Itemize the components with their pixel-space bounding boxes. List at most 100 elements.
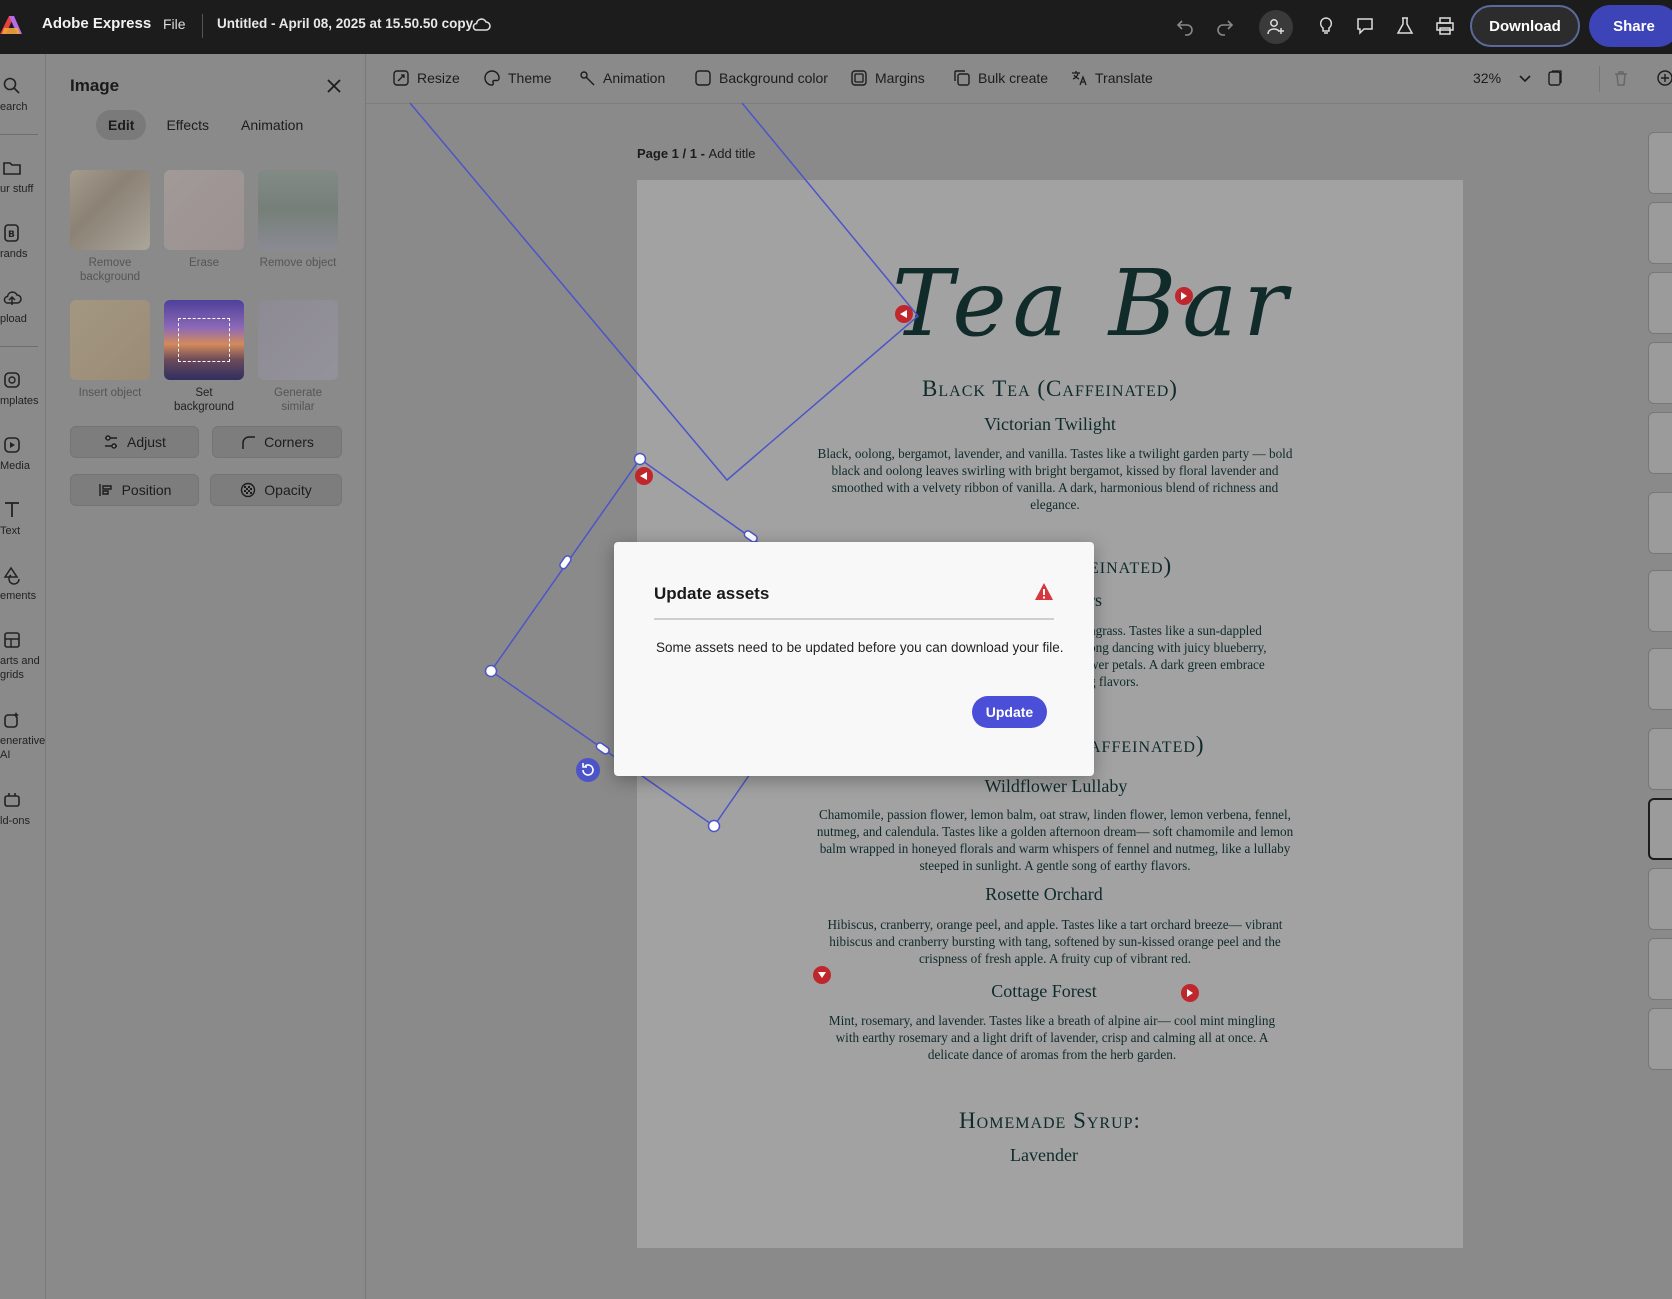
item-description[interactable]: Mint, rosemary, and lavender. Tastes lik…	[817, 1012, 1287, 1063]
theme-button[interactable]: Theme	[483, 69, 552, 87]
download-button[interactable]: Download	[1470, 5, 1580, 47]
lightbulb-icon[interactable]	[1313, 13, 1339, 39]
left-rail: earch ur stuff B rands pload mplates Med…	[0, 54, 46, 1299]
image-panel: Image Edit Effects Animation Remove back…	[46, 54, 366, 1299]
search-icon	[3, 77, 20, 94]
invite-button[interactable]	[1259, 10, 1293, 44]
zoom-dropdown[interactable]: 32%	[1473, 69, 1534, 87]
print-icon[interactable]	[1432, 13, 1458, 39]
elements-icon	[3, 566, 20, 585]
section-title[interactable]: Black Tea (Caffeinated)	[637, 376, 1463, 402]
divider	[0, 346, 38, 347]
chevron-down-icon	[1519, 75, 1531, 83]
thumbnail-card[interactable]	[1648, 570, 1672, 632]
thumbnail-card[interactable]	[1648, 868, 1672, 930]
animation-icon	[580, 71, 595, 86]
item-description[interactable]: Chamomile, passion flower, lemon balm, o…	[807, 806, 1303, 874]
section-title[interactable]: einated)	[1089, 553, 1172, 579]
thumbnail-card[interactable]	[1648, 1008, 1672, 1070]
position-button[interactable]: Position	[70, 474, 199, 506]
toolbar-label: Translate	[1095, 70, 1153, 86]
section-title[interactable]: Homemade Syrup:	[637, 1108, 1463, 1134]
add-page-button[interactable]	[1656, 69, 1672, 87]
opacity-button[interactable]: Opacity	[210, 474, 342, 506]
add-title-link[interactable]: Add title	[709, 146, 756, 161]
flask-icon[interactable]	[1392, 13, 1418, 39]
thumbnail-card[interactable]	[1648, 728, 1672, 790]
thumbnail-card[interactable]	[1648, 648, 1672, 710]
generate-similar-tool[interactable]: Generate similar	[258, 300, 338, 414]
thumbnail-card[interactable]	[1648, 938, 1672, 1000]
divider	[1599, 66, 1600, 92]
button-label: Position	[121, 482, 172, 498]
section-title[interactable]: affeinated)	[1089, 732, 1205, 758]
item-title[interactable]: Rosette Orchard	[637, 884, 1457, 905]
bulk-create-icon	[954, 70, 970, 86]
share-button[interactable]: Share	[1589, 5, 1672, 47]
brand-icon: B	[4, 224, 19, 242]
set-background-tool[interactable]: Set background	[164, 300, 244, 414]
resize-handle[interactable]	[595, 742, 610, 756]
file-menu[interactable]: File	[163, 16, 186, 32]
background-color-button[interactable]: Background color	[694, 69, 828, 87]
adjust-button[interactable]: Adjust	[70, 426, 199, 458]
redo-icon[interactable]	[1212, 13, 1238, 39]
add-person-icon	[1267, 19, 1284, 35]
item-title[interactable]: Lavender	[637, 1145, 1457, 1166]
comment-icon[interactable]	[1352, 13, 1378, 39]
resize-button[interactable]: Resize	[392, 69, 460, 87]
thumbnail-card-selected[interactable]	[1648, 798, 1672, 860]
tab-animation[interactable]: Animation	[229, 110, 315, 140]
thumbnail-card[interactable]	[1648, 132, 1672, 194]
item-description[interactable]: Hibiscus, cranberry, orange peel, and ap…	[812, 916, 1298, 967]
divider	[0, 134, 38, 135]
margins-icon	[851, 70, 867, 86]
thumbnail-card[interactable]	[1648, 412, 1672, 474]
translate-icon	[1072, 71, 1087, 86]
resize-handle[interactable]	[559, 555, 573, 570]
toolbar-label: Theme	[508, 70, 552, 86]
resize-handle[interactable]	[484, 664, 498, 678]
brand-title[interactable]: Tea Bar	[892, 250, 1293, 357]
document-title[interactable]: Untitled - April 08, 2025 at 15.50.50 co…	[217, 16, 473, 31]
media-icon	[4, 437, 20, 453]
update-button[interactable]: Update	[972, 696, 1047, 728]
insert-object-tool[interactable]: Insert object	[70, 300, 150, 400]
item-title[interactable]: Cottage Forest	[637, 981, 1457, 1002]
thumbnail-card[interactable]	[1648, 272, 1672, 334]
erase-tool[interactable]: Erase	[164, 170, 244, 270]
tab-effects[interactable]: Effects	[154, 110, 221, 140]
item-title[interactable]: Wildflower Lullaby	[643, 776, 1463, 797]
opacity-icon	[241, 482, 256, 498]
palette-icon	[484, 70, 500, 86]
undo-icon[interactable]	[1172, 13, 1198, 39]
item-description[interactable]: Black, oolong, bergamot, lavender, and v…	[812, 445, 1298, 513]
landscape-thumbnail	[258, 170, 338, 250]
thumbnail-card[interactable]	[1648, 202, 1672, 264]
remove-object-tool[interactable]: Remove object	[258, 170, 338, 270]
close-icon[interactable]	[324, 76, 344, 96]
remove-background-tool[interactable]: Remove background	[70, 170, 150, 284]
rotate-handle[interactable]	[576, 758, 600, 782]
translate-button[interactable]: Translate	[1070, 69, 1153, 87]
thumbnail-card[interactable]	[1648, 342, 1672, 404]
toolbar-label: Background color	[719, 70, 828, 86]
trash-icon	[1615, 71, 1627, 86]
align-icon	[98, 484, 112, 496]
adobe-express-logo[interactable]	[0, 14, 22, 36]
item-description[interactable]: ngrass. Tastes like a sun-dappled ong da…	[1089, 622, 1339, 690]
delete-button[interactable]	[1612, 69, 1630, 87]
tab-edit[interactable]: Edit	[96, 110, 147, 140]
bulk-create-button[interactable]: Bulk create	[953, 69, 1048, 87]
animation-button[interactable]: Animation	[578, 69, 665, 87]
dog-thumbnail	[70, 170, 150, 250]
margins-button[interactable]: Margins	[850, 69, 925, 87]
dialog-title: Update assets	[654, 584, 770, 603]
item-title[interactable]: Victorian Twilight	[637, 414, 1463, 435]
corners-button[interactable]: Corners	[212, 426, 342, 458]
app-name[interactable]: Adobe Express	[42, 15, 151, 32]
thumbnail-card[interactable]	[1648, 492, 1672, 554]
page-count-button[interactable]	[1546, 69, 1564, 87]
glasses-thumbnail	[164, 170, 244, 250]
cloud-sync-icon[interactable]	[470, 14, 492, 36]
